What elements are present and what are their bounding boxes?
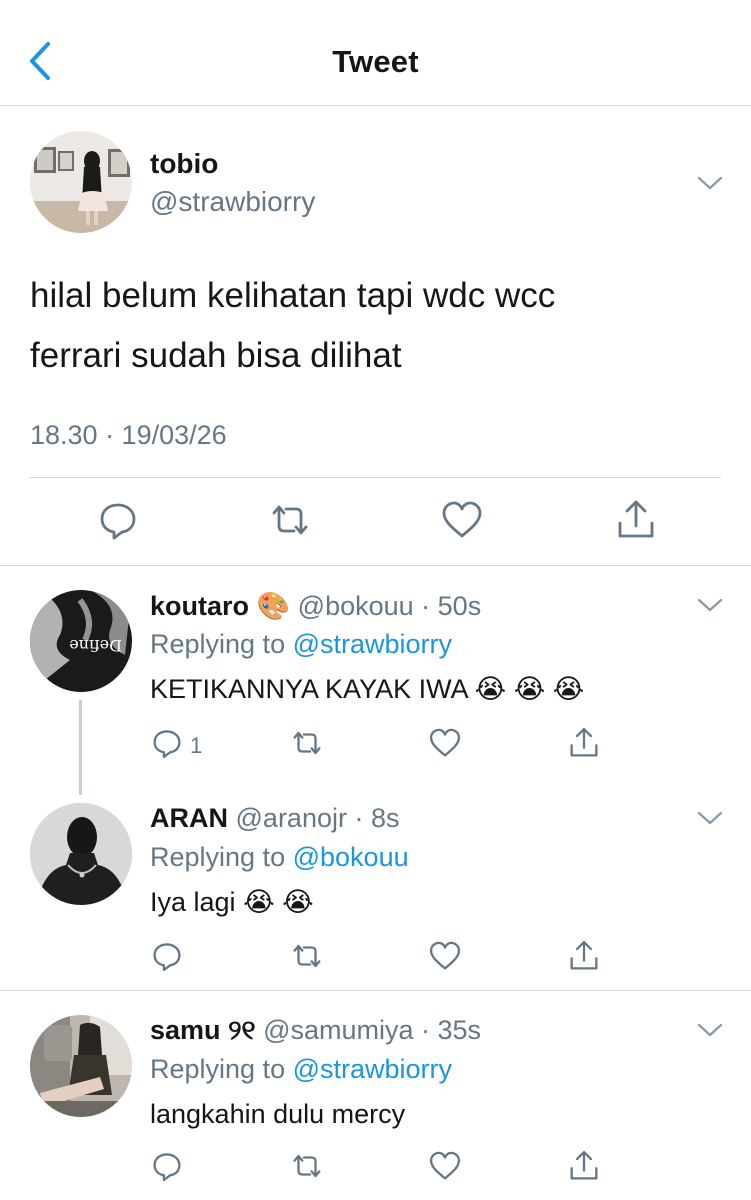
retweet-icon[interactable]	[290, 939, 324, 973]
retweet-icon[interactable]	[290, 1149, 324, 1183]
chevron-down-icon[interactable]	[696, 596, 724, 614]
author-name[interactable]: samu	[150, 1015, 221, 1045]
reply-icon[interactable]	[150, 726, 184, 760]
main-tweet: tobio @strawbiorry hilal belum kelihatan…	[0, 106, 751, 566]
retweet-icon[interactable]	[290, 726, 324, 760]
reply-icon[interactable]	[150, 939, 184, 973]
retweet-icon[interactable]	[268, 498, 312, 542]
author-name[interactable]: ARAN	[150, 803, 228, 833]
tweet-actions	[0, 498, 751, 548]
author-name[interactable]: koutaro	[150, 591, 249, 621]
reply-header: koutaro 🎨 @bokouu · 50s	[150, 590, 481, 622]
reply-icon[interactable]	[150, 1149, 184, 1183]
chevron-down-icon[interactable]	[696, 174, 724, 192]
top-bar: Tweet	[0, 0, 751, 106]
like-icon[interactable]	[428, 726, 462, 760]
share-icon[interactable]	[614, 498, 658, 542]
avatar[interactable]	[30, 803, 132, 905]
chevron-down-icon[interactable]	[696, 809, 724, 827]
author-handle-time[interactable]: @aranojr · 8s	[236, 803, 400, 833]
svg-text:Define: Define	[69, 636, 122, 655]
replying-to: Replying to @bokouu	[150, 842, 409, 872]
avatar[interactable]	[30, 131, 132, 233]
avatar[interactable]	[30, 1015, 132, 1117]
crying-emoji: 😭	[243, 887, 275, 917]
like-icon[interactable]	[428, 939, 462, 973]
divider	[30, 477, 721, 478]
author-badge-emoji: 🎨	[256, 591, 291, 621]
crying-emoji: 😭	[552, 674, 585, 704]
reply-text: KETIKANNYA KAYAK IWA 😭 😭 😭	[150, 674, 585, 704]
author-name[interactable]: tobio	[150, 148, 218, 180]
avatar[interactable]: Define	[30, 590, 132, 692]
reply-count: 1	[190, 733, 203, 758]
crying-emoji: 😭	[474, 674, 507, 704]
share-icon[interactable]	[567, 939, 601, 973]
author-handle[interactable]: @strawbiorry	[150, 186, 315, 218]
tweet-text: hilal belum kelihatan tapi wdc wcc ferra…	[30, 276, 556, 375]
reply-tweet: samu ୨୧ @samumiya · 35s Replying to @str…	[0, 991, 751, 1200]
reply-header: ARAN @aranojr · 8s	[150, 803, 399, 834]
reply-text: langkahin dulu mercy	[150, 1099, 406, 1129]
mention-link[interactable]: @strawbiorry	[293, 629, 452, 659]
reply-icon[interactable]	[96, 498, 140, 542]
replying-to: Replying to @strawbiorry	[150, 1054, 453, 1084]
reply-tweet: Define koutaro 🎨 @bokouu · 50s Replying …	[0, 566, 751, 795]
reply-tweet: ARAN @aranojr · 8s Replying to @bokouu I…	[0, 781, 751, 990]
crying-emoji: 😭	[282, 887, 314, 917]
mention-link[interactable]: @strawbiorry	[293, 1054, 452, 1084]
reply-header: samu ୨୧ @samumiya · 35s	[150, 1015, 481, 1047]
author-name-suffix: ୨୧	[228, 1015, 256, 1045]
crying-emoji: 😭	[513, 674, 546, 704]
page-title: Tweet	[332, 44, 419, 79]
author-handle-time[interactable]: @bokouu · 50s	[298, 591, 482, 621]
share-icon[interactable]	[567, 726, 601, 760]
like-icon[interactable]	[440, 498, 484, 542]
chevron-down-icon[interactable]	[696, 1021, 724, 1039]
tweet-timestamp: 18.30 · 19/03/26	[30, 420, 227, 450]
reply-text: Iya lagi 😭 😭	[150, 887, 314, 917]
mention-link[interactable]: @bokouu	[293, 842, 409, 872]
replying-to: Replying to @strawbiorry	[150, 629, 453, 659]
share-icon[interactable]	[567, 1149, 601, 1183]
author-handle-time[interactable]: @samumiya · 35s	[263, 1015, 481, 1045]
like-icon[interactable]	[428, 1149, 462, 1183]
